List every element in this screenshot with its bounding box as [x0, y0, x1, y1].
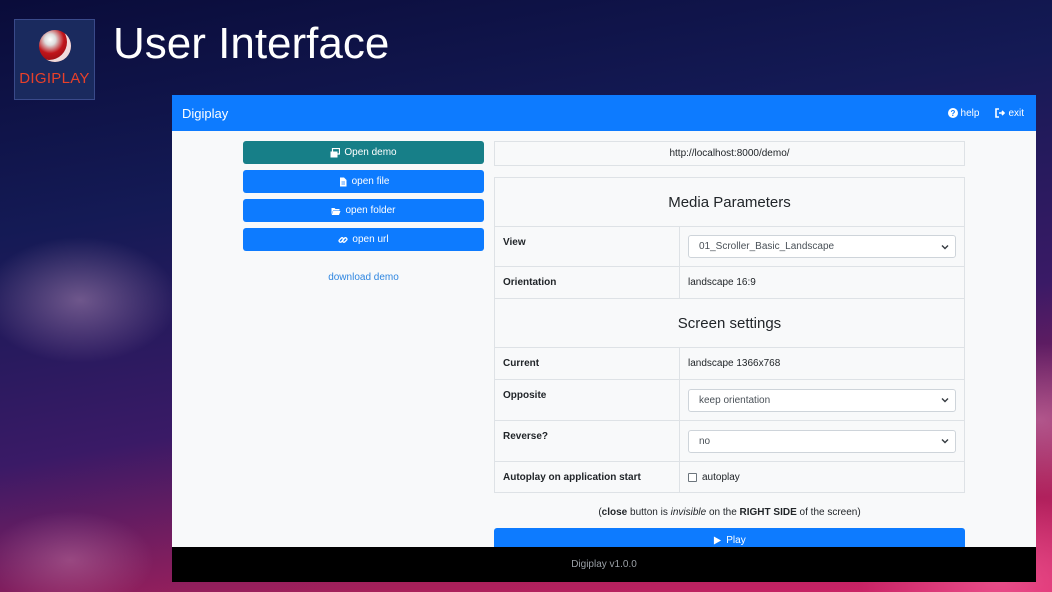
file-icon: [339, 177, 347, 186]
open-file-label: open file: [351, 176, 390, 187]
reverse-row: Reverse? no: [495, 421, 964, 462]
footer-version: Digiplay v1.0.0: [571, 559, 637, 570]
current-label: Current: [495, 348, 680, 379]
app-window: Digiplay ? help exit Open demo open file…: [172, 95, 1036, 582]
open-demo-button[interactable]: Open demo: [243, 141, 484, 164]
help-link[interactable]: ? help: [947, 107, 980, 119]
url-display: http://localhost:8000/demo/: [494, 141, 965, 166]
right-column: http://localhost:8000/demo/ Media Parame…: [494, 141, 965, 552]
logo-text: DIGIPLAY: [19, 70, 90, 87]
chevron-down-icon: [941, 398, 949, 403]
left-column: Open demo open file open folder open url…: [243, 141, 484, 283]
close-button-note: (close button is invisible on the RIGHT …: [598, 507, 861, 518]
screen-settings-title: Screen settings: [495, 299, 964, 348]
view-row: View 01_Scroller_Basic_Landscape: [495, 227, 964, 267]
help-label: help: [960, 107, 980, 119]
download-demo-link[interactable]: download demo: [243, 272, 484, 283]
reverse-label: Reverse?: [495, 421, 680, 461]
opposite-select-value: keep orientation: [699, 394, 771, 406]
svg-text:?: ?: [950, 109, 955, 118]
link-icon: [338, 236, 348, 243]
opposite-select[interactable]: keep orientation: [688, 388, 956, 412]
view-select[interactable]: 01_Scroller_Basic_Landscape: [688, 235, 956, 258]
exit-link[interactable]: exit: [995, 108, 1024, 119]
open-url-label: open url: [352, 234, 389, 245]
open-folder-button[interactable]: open folder: [243, 199, 484, 222]
windows-icon: [330, 147, 341, 157]
open-file-button[interactable]: open file: [243, 170, 484, 193]
nav-links: ? help exit: [947, 107, 1024, 119]
open-folder-label: open folder: [345, 205, 396, 216]
chevron-down-icon: [941, 439, 949, 444]
reverse-select-value: no: [699, 435, 711, 447]
current-row: Current landscape 1366x768: [495, 348, 964, 380]
navbar-brand[interactable]: Digiplay: [182, 106, 228, 121]
reverse-select[interactable]: no: [688, 429, 956, 453]
orientation-value: landscape 16:9: [688, 277, 756, 288]
footer: Digiplay v1.0.0: [172, 547, 1036, 582]
current-value: landscape 1366x768: [688, 358, 781, 369]
chevron-down-icon: [941, 244, 949, 249]
digiplay-logo: DIGIPLAY: [14, 19, 95, 100]
play-icon: [714, 535, 722, 545]
navbar: Digiplay ? help exit: [172, 95, 1036, 131]
logo-ball-icon: [38, 30, 71, 62]
opposite-label: Opposite: [495, 380, 680, 420]
autoplay-checkbox-label[interactable]: autoplay: [702, 472, 740, 483]
autoplay-label: Autoplay on application start: [495, 462, 680, 492]
slide-title: User Interface: [113, 19, 390, 68]
autoplay-row: Autoplay on application start autoplay: [495, 462, 964, 492]
open-demo-label: Open demo: [344, 147, 397, 158]
open-url-button[interactable]: open url: [243, 228, 484, 251]
exit-label: exit: [1008, 107, 1024, 119]
opposite-row: Opposite keep orientation: [495, 380, 964, 421]
sign-out-icon: [995, 108, 1006, 118]
view-label: View: [495, 227, 680, 266]
folder-open-icon: [331, 207, 341, 215]
view-select-value: 01_Scroller_Basic_Landscape: [699, 241, 835, 252]
media-parameters-title: Media Parameters: [495, 178, 964, 227]
play-label: Play: [726, 534, 746, 546]
parameters-table: Media Parameters View 01_Scroller_Basic_…: [494, 177, 965, 493]
orientation-row: Orientation landscape 16:9: [495, 267, 964, 299]
orientation-label: Orientation: [495, 267, 680, 298]
autoplay-checkbox[interactable]: [688, 472, 697, 482]
question-circle-icon: ?: [947, 108, 958, 118]
